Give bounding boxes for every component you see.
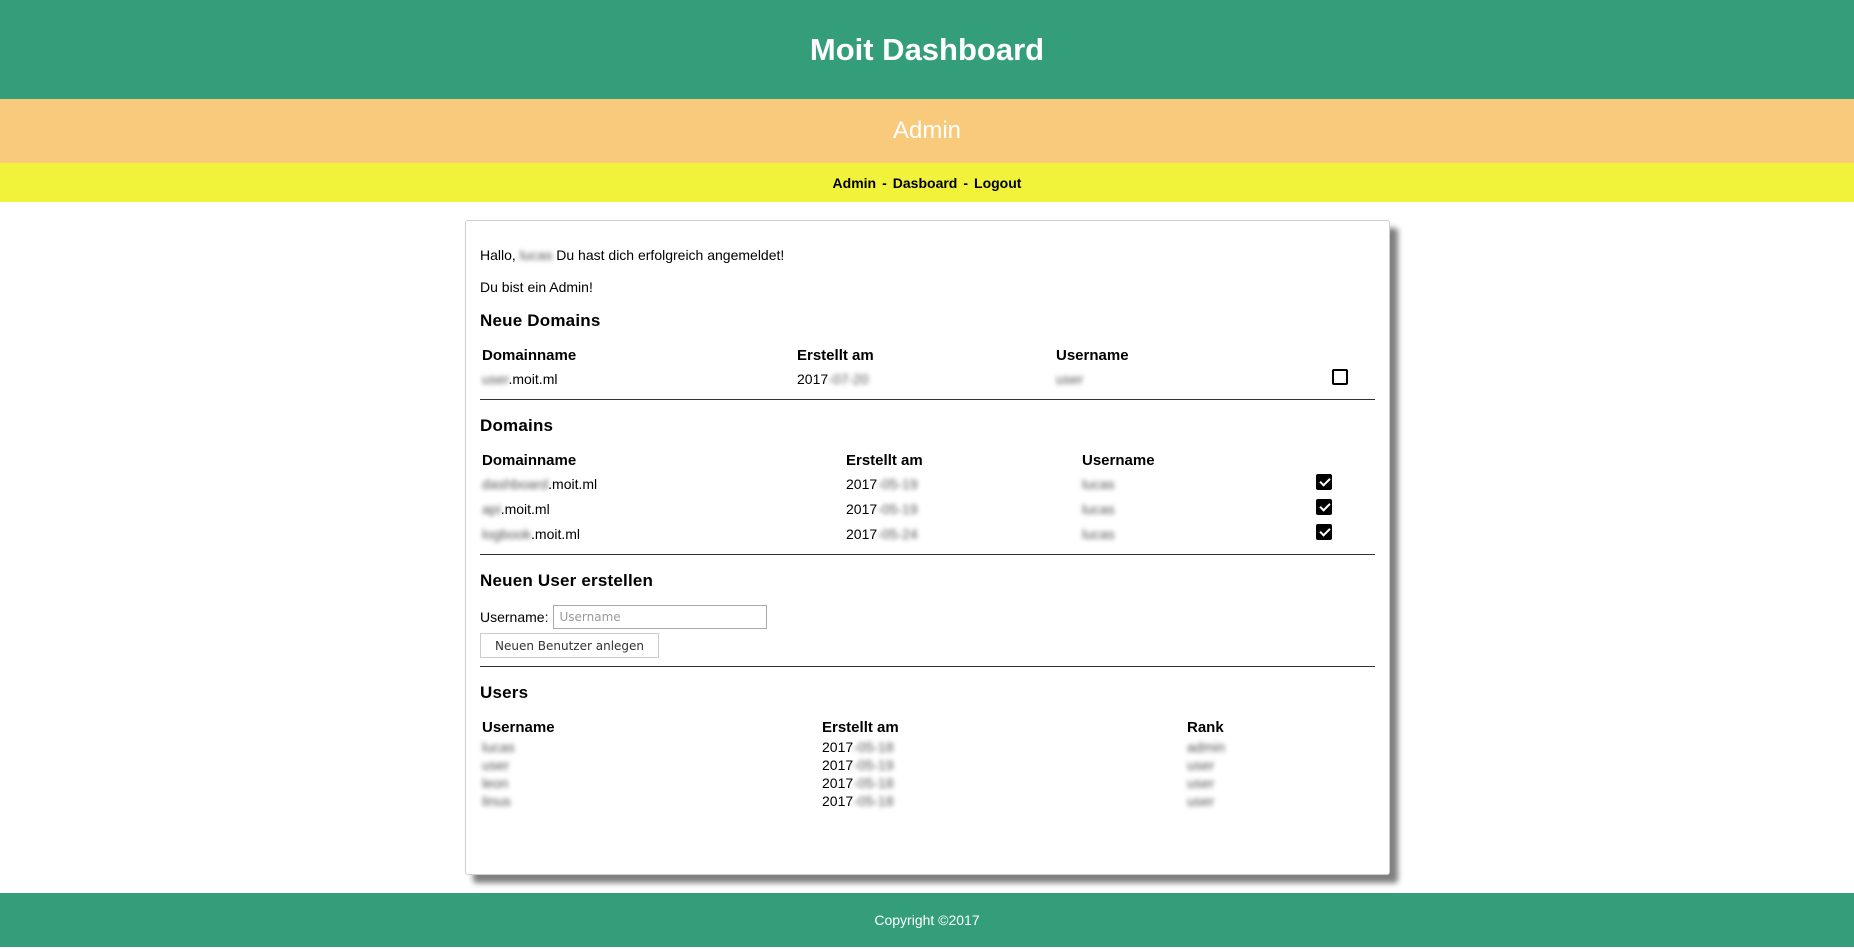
divider [480,399,1375,400]
domains-table: Domainname Erstellt am Username dashboar… [480,450,1375,546]
users-table: Username Erstellt am Rank lucas 2017-05-… [480,717,1375,810]
domain-cell: logbook.moit.ml [482,525,581,542]
date-cell: 2017-07-20 [797,370,869,387]
date-cell: 2017-05-18 [822,775,894,791]
new-domains-title: Neue Domains [480,311,601,330]
nav-link-logout[interactable]: Logout [974,175,1021,191]
username-cell: lucas [1082,475,1115,492]
username-cell: lucas [482,739,515,755]
domain-cell: user.moit.ml [482,370,558,387]
username-form-row: Username: [480,605,1375,629]
col-username: Username [1082,452,1155,469]
rank-cell: admin [1187,739,1226,755]
username-cell: user [1056,370,1084,387]
col-rank: Rank [1187,719,1224,736]
admin-card: Hallo, lucas Du hast dich erfolgreich an… [465,220,1390,875]
approved-checkbox[interactable] [1316,524,1332,540]
date-cell: 2017-05-18 [822,739,894,755]
domain-cell: api.moit.ml [482,500,550,517]
col-domainname: Domainname [482,452,577,469]
section-title: Admin [892,117,962,144]
greeting-prefix: Hallo, [480,247,516,263]
table-row: leon 2017-05-18 user [480,774,1375,792]
domains-title: Domains [480,416,554,435]
page-title: Moit Dashboard [809,31,1045,67]
divider [480,554,1375,555]
new-domains-table: Domainname Erstellt am Username user.moi… [480,345,1375,391]
approve-checkbox[interactable] [1332,369,1348,385]
table-row: linus 2017-05-18 user [480,792,1375,810]
username-input[interactable] [553,605,768,629]
date-cell: 2017-05-19 [846,475,918,492]
nav-link-dashboard[interactable]: Dasboard [893,175,958,191]
approved-checkbox[interactable] [1316,474,1332,490]
date-cell: 2017-05-19 [846,500,918,517]
approved-checkbox[interactable] [1316,499,1332,515]
col-created: Erstellt am [797,347,874,364]
greeting-username: lucas [519,247,553,263]
greeting-suffix: Du hast dich erfolgreich angemeldet! [556,247,785,263]
table-row: api.moit.ml 2017-05-19 lucas [480,496,1375,521]
copyright-text: Copyright ©2017 [874,912,980,928]
col-username: Username [1056,347,1129,364]
table-row: lucas 2017-05-18 admin [480,738,1375,756]
username-cell: lucas [1082,525,1115,542]
table-header-row: Username Erstellt am Rank [480,717,1375,738]
table-row: user.moit.ml 2017-07-20 user [480,366,1375,391]
nav-link-admin[interactable]: Admin [833,175,877,191]
nav-bar: Admin - Dasboard - Logout [0,163,1854,202]
footer-bar: Copyright ©2017 [0,893,1854,947]
domain-cell: dashboard.moit.ml [482,475,598,492]
table-header-row: Domainname Erstellt am Username [480,450,1375,471]
create-user-title: Neuen User erstellen [480,571,654,590]
date-cell: 2017-05-19 [822,757,894,773]
date-cell: 2017-05-18 [822,793,894,809]
col-domainname: Domainname [482,347,577,364]
rank-cell: user [1187,793,1215,809]
table-row: logbook.moit.ml 2017-05-24 lucas [480,521,1375,546]
admin-note: Du bist ein Admin! [480,279,593,295]
header-bar: Moit Dashboard [0,0,1854,99]
table-row: dashboard.moit.ml 2017-05-19 lucas [480,471,1375,496]
divider [480,666,1375,667]
nav-separator: - [963,174,969,191]
col-created: Erstellt am [822,719,899,736]
rank-cell: user [1187,757,1215,773]
nav-separator: - [882,174,887,191]
greeting-line: Hallo, lucas Du hast dich erfolgreich an… [480,247,1375,263]
rank-cell: user [1187,775,1215,791]
create-user-button[interactable]: Neuen Benutzer anlegen [480,633,660,658]
date-cell: 2017-05-24 [846,525,918,542]
col-created: Erstellt am [846,452,923,469]
users-title: Users [480,683,529,702]
username-label: Username: [480,609,549,625]
username-cell: user [482,757,510,773]
col-username: Username [482,719,555,736]
username-cell: lucas [1082,500,1115,517]
table-row: user 2017-05-19 user [480,756,1375,774]
subheader-bar: Admin [0,99,1854,163]
username-cell: leon [482,775,509,791]
table-header-row: Domainname Erstellt am Username [480,345,1375,366]
username-cell: linus [482,793,511,809]
